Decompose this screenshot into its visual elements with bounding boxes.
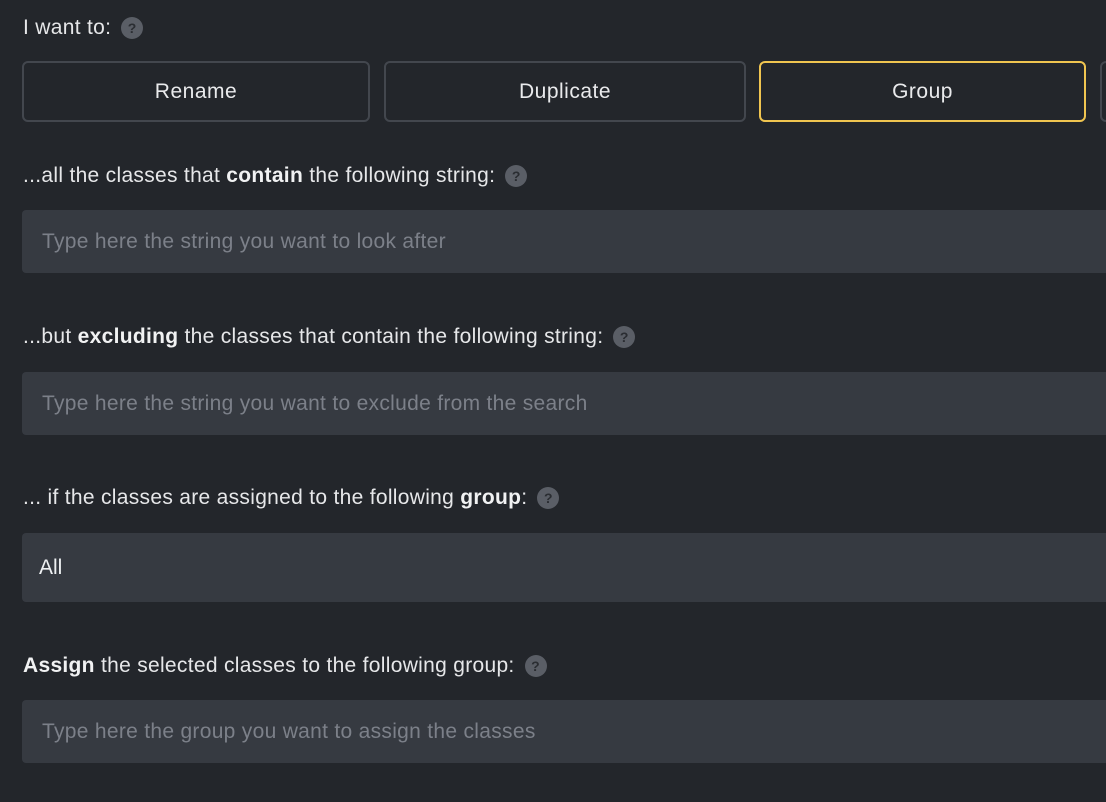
contain-label-row: ...all the classes that contain the foll… bbox=[23, 162, 528, 190]
assign-group-input[interactable] bbox=[22, 700, 1106, 763]
group-filter-label-post: : bbox=[521, 486, 528, 509]
group-filter-label-row: ... if the classes are assigned to the f… bbox=[23, 484, 560, 512]
mode-switcher: Rename Duplicate Group bbox=[22, 61, 1106, 122]
help-icon[interactable]: ? bbox=[121, 17, 144, 39]
contain-label-bold: contain bbox=[226, 164, 304, 187]
mode-label-row: I want to: ? bbox=[23, 14, 144, 42]
group-classes-panel: I want to: ? Rename Duplicate Group ...a… bbox=[0, 0, 1106, 802]
assign-label-row: Assign the selected classes to the follo… bbox=[23, 652, 547, 680]
help-icon[interactable]: ? bbox=[613, 326, 636, 348]
group-filter-selected-value: All bbox=[39, 555, 63, 579]
exclude-label-row: ...but excluding the classes that contai… bbox=[23, 323, 636, 351]
group-filter-select[interactable]: All bbox=[22, 533, 1106, 602]
contain-label-pre: ...all the classes that bbox=[23, 164, 227, 187]
assign-label-bold: Assign bbox=[23, 654, 95, 677]
help-icon[interactable]: ? bbox=[505, 165, 528, 187]
exclude-string-input[interactable] bbox=[22, 372, 1106, 435]
assign-label-post: the selected classes to the following gr… bbox=[94, 654, 515, 677]
contain-label-post: the following string: bbox=[303, 164, 496, 187]
exclude-label-pre: ...but bbox=[23, 325, 78, 348]
exclude-label-post: the classes that contain the following s… bbox=[178, 325, 604, 348]
contain-string-input[interactable] bbox=[22, 210, 1106, 273]
group-filter-label-pre: ... if the classes are assigned to the f… bbox=[23, 486, 461, 509]
rename-button[interactable]: Rename bbox=[22, 61, 370, 122]
group-filter-label-bold: group bbox=[460, 486, 522, 509]
duplicate-button[interactable]: Duplicate bbox=[384, 61, 746, 122]
mode-label: I want to: bbox=[23, 16, 112, 39]
group-button[interactable]: Group bbox=[759, 61, 1086, 122]
exclude-label-bold: excluding bbox=[77, 325, 179, 348]
more-mode-button[interactable] bbox=[1100, 61, 1106, 122]
help-icon[interactable]: ? bbox=[537, 487, 560, 509]
help-icon[interactable]: ? bbox=[524, 655, 547, 677]
